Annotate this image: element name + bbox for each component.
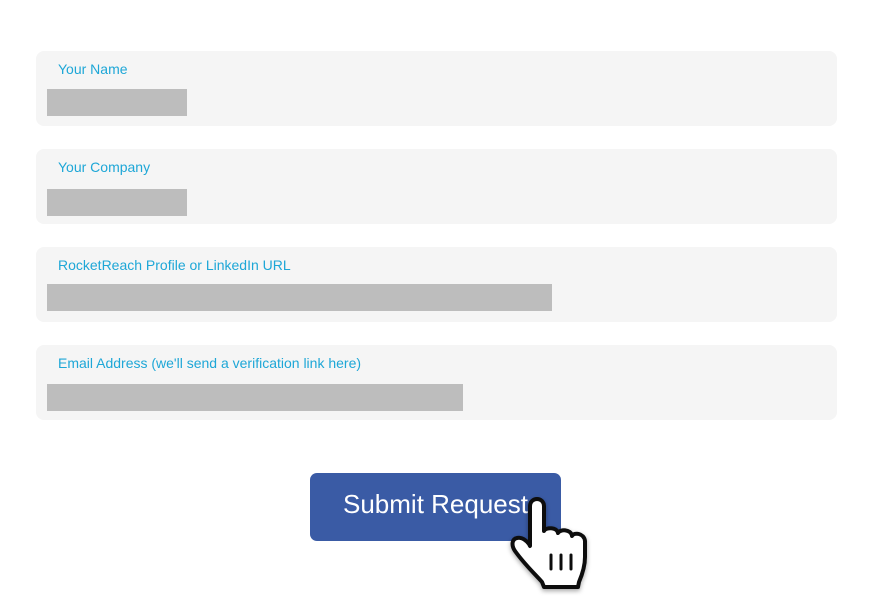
email-field: Email Address (we'll send a verification… [36,345,837,420]
your-name-label: Your Name [58,61,128,77]
your-name-input[interactable] [47,89,187,116]
your-company-label: Your Company [58,159,151,175]
email-label: Email Address (we'll send a verification… [58,355,362,371]
your-company-input[interactable] [47,189,187,216]
submit-request-button[interactable]: Submit Request [310,473,561,541]
your-company-field: Your Company [36,149,837,224]
profile-url-label: RocketReach Profile or LinkedIn URL [58,257,291,273]
your-name-field: Your Name [36,51,837,126]
profile-url-field: RocketReach Profile or LinkedIn URL [36,247,837,322]
profile-url-input[interactable] [47,284,552,311]
email-input[interactable] [47,384,463,411]
